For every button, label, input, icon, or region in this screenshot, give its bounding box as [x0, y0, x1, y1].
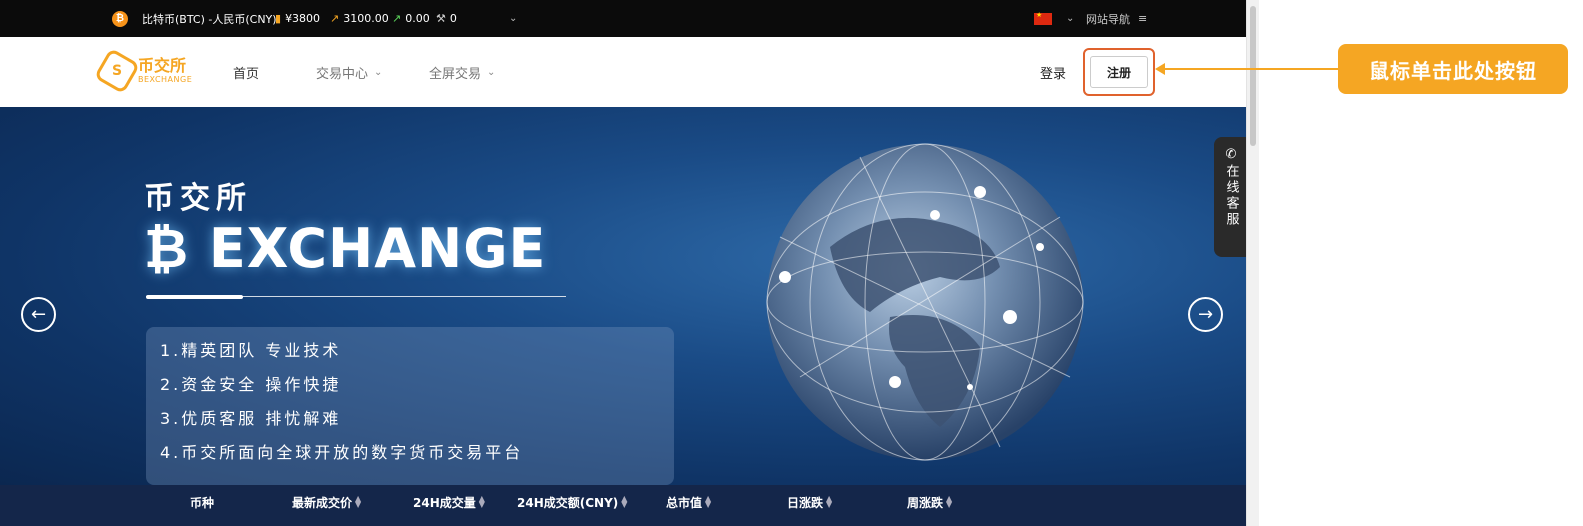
hero-title-cn: 币交所 — [144, 181, 252, 216]
sort-icon: ▲ ▼ — [946, 494, 953, 509]
feature-item: 1.精英团队 专业技术 — [160, 341, 342, 360]
register-button[interactable]: 注册 — [1090, 56, 1148, 88]
column-header-label: 币种 — [190, 495, 215, 510]
nav-fullscreen-trade-label: 全屏交易 — [429, 66, 482, 82]
annotation-callout: 鼠标单击此处按钮 — [1338, 44, 1568, 94]
column-header-24h-turnover[interactable]: 24H成交额(CNY) ▲ ▼ — [517, 485, 627, 519]
carousel-prev-button[interactable]: ← — [21, 297, 56, 332]
feature-item: 4.币交所面向全球开放的数字货币交易平台 — [160, 443, 524, 462]
carousel-next-button[interactable]: → — [1188, 297, 1223, 332]
ticker-pair-label: 比特币(BTC) -人民币(CNY) — [142, 12, 277, 26]
ticker-count-value: 0 — [449, 12, 457, 25]
column-header-label: 24H成交量 — [413, 495, 476, 510]
sort-icon: ▲ ▼ — [478, 494, 485, 509]
column-header-24h-volume[interactable]: 24H成交量 ▲ ▼ — [413, 485, 485, 519]
nav-home[interactable]: 首页 — [233, 37, 259, 107]
feature-item: 3.优质客服 排忧解难 — [160, 409, 342, 428]
ticker-dropdown[interactable]: ⌄ — [509, 0, 517, 37]
ticker-volume-value: 0.00 — [405, 12, 430, 25]
site-logo[interactable]: S 币交所 BEXCHANGE — [93, 47, 193, 95]
feature-list: 1.精英团队 专业技术 2.资金安全 操作快捷 3.优质客服 排忧解难 4.币交… — [146, 327, 674, 485]
chevron-down-icon: ⌄ — [1066, 13, 1075, 24]
ticker-volume: ↗ 0.00 — [392, 0, 430, 37]
chevron-down-icon: ⌄ — [487, 66, 496, 78]
column-header-label: 最新成交价 — [292, 495, 353, 510]
column-header-label: 日涨跌 — [787, 495, 824, 510]
vertical-scrollbar[interactable] — [1246, 0, 1259, 526]
sort-icon: ▲ ▼ — [826, 494, 833, 509]
register-highlight: 注册 — [1083, 48, 1155, 96]
column-header-weekly-change[interactable]: 周涨跌 ▲ ▼ — [907, 485, 952, 519]
bitcoin-b-icon: ₿ — [144, 217, 190, 280]
sort-icon: ▲ ▼ — [355, 494, 362, 509]
arrow-right-icon: → — [1197, 304, 1214, 325]
ticker-pair[interactable]: ₿ 比特币(BTC) -人民币(CNY) — [112, 0, 277, 37]
nav-trade-center[interactable]: 交易中心 ⌄ — [316, 37, 382, 107]
annotation-arrow-icon — [1155, 63, 1165, 75]
ticker-price: ▮ ¥3800 — [275, 0, 320, 37]
ticker-change: ↗ 3100.00 — [330, 0, 389, 37]
nav-fullscreen-trade[interactable]: 全屏交易 ⌄ — [429, 37, 495, 107]
hammer-icon: ⚒ — [436, 12, 446, 25]
feature-item: 2.资金安全 操作快捷 — [160, 375, 342, 394]
nav-home-label: 首页 — [233, 66, 260, 82]
column-header-label: 24H成交额(CNY) — [517, 495, 619, 510]
main-navigation: S 币交所 BEXCHANGE 首页 交易中心 ⌄ 全屏交易 ⌄ 登录 注册 — [0, 37, 1246, 107]
hero-title-en-text: EXCHANGE — [208, 217, 547, 280]
column-header-daily-change[interactable]: 日涨跌 ▲ ▼ — [787, 485, 832, 519]
site-nav-label: 网站导航 — [1086, 12, 1130, 26]
trend-icon: ↗ — [330, 12, 340, 25]
online-service-label: 在线客服 — [1223, 164, 1239, 228]
market-table-header: 币种 最新成交价 ▲ ▼ 24H成交量 ▲ ▼ 24H成交额(CNY) ▲ ▼ 总市值… — [0, 485, 1246, 526]
annotation-pointer-line — [1161, 68, 1340, 70]
logo-en-text: BEXCHANGE — [138, 75, 193, 84]
arrow-left-icon: ← — [30, 304, 47, 325]
hero-divider-accent — [146, 295, 243, 299]
column-header-coin[interactable]: 币种 — [190, 485, 214, 519]
bitcoin-icon: ₿ — [112, 10, 128, 27]
column-header-market-cap[interactable]: 总市值 ▲ ▼ — [666, 485, 711, 519]
bar-chart-icon: ▮ — [275, 12, 282, 25]
logo-mark-icon: S — [93, 47, 141, 95]
chevron-down-icon: ⌄ — [509, 13, 518, 24]
language-switch[interactable]: ⌄ — [1034, 0, 1074, 37]
ticker-count: ⚒ 0 — [436, 0, 457, 37]
nav-trade-center-label: 交易中心 — [316, 66, 369, 82]
login-link[interactable]: 登录 — [1040, 37, 1066, 107]
ticker-bar: ₿ 比特币(BTC) -人民币(CNY) ▮ ¥3800 ↗ 3100.00 ↗… — [0, 0, 1246, 37]
sort-icon: ▲ ▼ — [621, 494, 628, 509]
column-header-last-price[interactable]: 最新成交价 ▲ ▼ — [292, 485, 361, 519]
sort-icon: ▲ ▼ — [705, 494, 712, 509]
column-header-label: 总市值 — [666, 495, 703, 510]
column-header-label: 周涨跌 — [907, 495, 944, 510]
browser-viewport: ₿ 比特币(BTC) -人民币(CNY) ▮ ¥3800 ↗ 3100.00 ↗… — [0, 0, 1246, 526]
scrollbar-thumb[interactable] — [1250, 6, 1256, 146]
hero-banner: 币交所 ₿ EXCHANGE 1.精英团队 专业技术 2.资金安全 操作快捷 3… — [0, 107, 1246, 485]
china-flag-icon — [1034, 11, 1052, 25]
ticker-price-value: ¥3800 — [285, 12, 321, 25]
trend-up-icon: ↗ — [392, 12, 402, 25]
site-navigation[interactable]: 网站导航 ≡ — [1086, 0, 1147, 37]
hero-title-en: ₿ EXCHANGE — [144, 217, 546, 280]
ticker-change-value: 3100.00 — [343, 12, 389, 25]
globe-illustration — [766, 143, 1084, 461]
online-service-button[interactable]: ✆ 在线客服 — [1214, 137, 1246, 257]
logo-cn-text: 币交所 — [138, 56, 187, 75]
chevron-down-icon: ⌄ — [374, 66, 383, 78]
phone-icon: ✆ — [1225, 147, 1237, 162]
menu-icon: ≡ — [1138, 12, 1148, 25]
